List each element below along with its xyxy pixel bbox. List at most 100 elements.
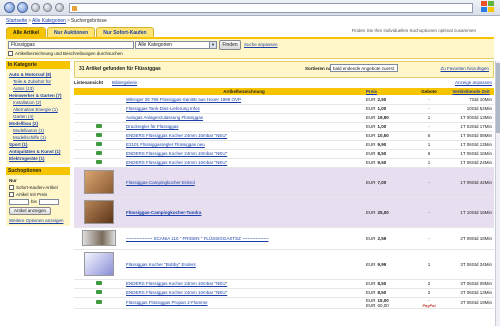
- table-row[interactable]: Flüssiggas-Campingkocher-Tundra EUR 25,00 -…: [74, 197, 494, 228]
- refresh-icon[interactable]: [43, 3, 52, 12]
- sidebar-category[interactable]: Sport (1): [9, 141, 67, 148]
- item-title-link[interactable]: ENDERS Flüssiggas Kocher 24mm 10mbar "NE…: [126, 290, 227, 295]
- address-bar[interactable]: [69, 3, 473, 13]
- add-to-favorites-link[interactable]: Zu Favoriten hinzufügen: [440, 66, 489, 71]
- find-button[interactable]: Finden: [219, 40, 241, 50]
- description-checkbox[interactable]: [8, 51, 13, 56]
- table-row[interactable]: Flüssiggas Kocher "Bobby" Enders EUR 9,99 1…: [74, 249, 494, 280]
- row-photo-cell: [74, 197, 124, 228]
- sort-select[interactable]: bald endende Angebote zuerst: [330, 64, 398, 72]
- row-time-cell: 7Std 10Min: [448, 95, 494, 105]
- time-remaining: 10Std 52Min: [466, 106, 492, 111]
- stop-icon[interactable]: [31, 3, 40, 12]
- gallery-view-link[interactable]: Bildergalerie: [112, 80, 137, 85]
- tab-all-items[interactable]: Alle Artikel: [6, 27, 46, 37]
- camera-icon: [96, 281, 102, 285]
- item-title-link[interactable]: Autogas Anlagenzulassung Flüssiggas: [126, 115, 203, 120]
- show-items-button[interactable]: Artikel anzeigen: [9, 207, 51, 215]
- sidebar-subcategory[interactable]: Garten (4): [9, 113, 67, 120]
- tab-buy-now[interactable]: Nur Sofort-Kaufen: [96, 27, 154, 37]
- forward-arrow-icon[interactable]: [17, 2, 28, 13]
- header-time[interactable]: Verbleibende Zeit: [448, 88, 494, 95]
- table-row[interactable]: ~~~~~~~~~~ SCANIA 110 " FRIGEN " FLÜSSIG…: [74, 227, 494, 250]
- home-icon[interactable]: [55, 3, 64, 12]
- sidebar-category[interactable]: Antiquitäten & Kunst (1): [9, 148, 67, 155]
- item-title-link[interactable]: E2101 Flüssiggasregler Flüssiggas neu: [126, 142, 205, 147]
- breadcrumb-categories[interactable]: Alle Kategorien: [32, 18, 66, 24]
- row-bids-cell: 2: [410, 279, 448, 289]
- table-row[interactable]: Flüssiggas-Campingkocher-Enkrol EUR 7,00 - 1…: [74, 167, 494, 198]
- item-title-link[interactable]: Flüssiggas-Campingkocher-Tundra: [126, 210, 201, 215]
- table-row[interactable]: E2101 Flüssiggasregler Flüssiggas neu EUR…: [74, 140, 494, 150]
- row-bids-cell: 1: [410, 158, 448, 168]
- more-options-link[interactable]: Weitere Optionen anzeigen: [9, 217, 67, 224]
- item-thumbnail[interactable]: [82, 230, 116, 246]
- price-min-input[interactable]: [9, 198, 29, 205]
- scrollbar[interactable]: [495, 61, 500, 326]
- category-select[interactable]: Alle Kategorien ▼: [135, 41, 217, 49]
- sidebar-subcategory[interactable]: Modellschiffe (1): [9, 134, 67, 141]
- scrollbar-thumb[interactable]: [496, 63, 500, 133]
- sidebar-category[interactable]: Modellbau (2): [9, 120, 67, 127]
- item-title-link[interactable]: Flüssiggas Kocher "Bobby" Enders: [126, 262, 196, 267]
- item-title-link[interactable]: ENDERS Flüssiggas Kocher 24mm 10mbar "NE…: [126, 281, 227, 286]
- header-title[interactable]: Artikelbezeichnung: [124, 88, 364, 95]
- row-time-cell: 1T 03Std 17Min: [448, 122, 494, 132]
- table-row[interactable]: Wikinger 28 786 Flüssiggas-Sanitär aus H…: [74, 95, 494, 105]
- breadcrumb: Startseite>Alle Kategorien>Suchergebniss…: [6, 17, 107, 25]
- item-title-link[interactable]: Flüssiggas Tank-Diss-Lieferung Infos: [126, 106, 200, 111]
- sidebar-subcategory[interactable]: Autos (13): [9, 85, 67, 92]
- time-remaining: 3T 06Std 34Min: [460, 261, 492, 267]
- sidebar-category[interactable]: Heimwerker & Garten (7): [9, 92, 67, 99]
- search-input[interactable]: Flüssiggas: [8, 41, 134, 49]
- sidebar-category[interactable]: Elektrogeräte (1): [9, 155, 67, 162]
- results-table: Artikelbezeichnung Preis Gebote Verbleib…: [74, 88, 494, 309]
- row-photo-cell: [74, 158, 124, 168]
- results-area: 31 Artikel gefunden für Flüssiggas Sorti…: [74, 61, 494, 326]
- table-row[interactable]: ENDERS Flüssiggas Kocher 24mm 10mbar "NE…: [74, 158, 494, 168]
- sidebar-subcategory[interactable]: Installation (2): [9, 99, 67, 106]
- item-thumbnail[interactable]: [84, 252, 114, 276]
- bid-count: -: [428, 124, 430, 129]
- sidebar-subcategory[interactable]: Modellautos (1): [9, 127, 67, 134]
- sidebar-subcategory[interactable]: Teile & Zubehör für: [9, 78, 67, 85]
- table-row[interactable]: Autogas Anlagenzulassung Flüssiggas EUR 19…: [74, 113, 494, 123]
- item-title-link[interactable]: ~~~~~~~~~~ SCANIA 110 " FRIGEN " FLÜSSIG…: [126, 236, 268, 241]
- item-thumbnail[interactable]: [84, 170, 114, 194]
- row-time-cell: 1T 06Std 08Min: [448, 131, 494, 141]
- item-title-link[interactable]: Druckregler für Flüssiggas: [126, 124, 179, 129]
- adjust-view-link[interactable]: Anzeige anpassen: [455, 80, 492, 85]
- table-row[interactable]: ENDERS Flüssiggas Kocher 24mm 10mbar "NE…: [74, 288, 494, 298]
- search-options-heading: Suchoptionen: [6, 167, 70, 175]
- row-price-cell: EUR 8,50: [364, 149, 410, 159]
- time-remaining: 7Std 10Min: [469, 96, 492, 102]
- item-thumbnail[interactable]: [84, 200, 114, 224]
- item-title-link[interactable]: ENDERS Flüssiggas Kocher 24mm 10mbar "NE…: [126, 160, 227, 165]
- row-bids-cell: 6: [410, 131, 448, 141]
- price-max-input[interactable]: [38, 198, 59, 205]
- table-row[interactable]: Flüssiggas Flüssiggas Propan 2-Flamme EUR…: [74, 297, 494, 309]
- sidebar-subcategory[interactable]: Alternative Energie (1): [9, 106, 67, 113]
- sidebar-category[interactable]: Auto & Motorrad (8): [9, 71, 67, 78]
- item-title-link[interactable]: Flüssiggas Flüssiggas Propan 2-Flamme: [126, 300, 208, 305]
- table-row[interactable]: Flüssiggas Tank-Diss-Lieferung Infos EUR 1…: [74, 104, 494, 114]
- price-checkbox[interactable]: [9, 192, 14, 197]
- item-title-link[interactable]: Wikinger 28 786 Flüssiggas-Sanitär aus H…: [126, 97, 241, 102]
- header-price[interactable]: Preis: [364, 88, 410, 95]
- price-value: 1,00: [377, 124, 387, 129]
- table-row[interactable]: ENDERS Flüssiggas Kocher 24mm 10mbar "NE…: [74, 279, 494, 289]
- tab-auctions[interactable]: Nur Auktionen: [46, 27, 96, 37]
- item-title-link[interactable]: ENDERS Flüssiggas Kocher 24mm 10mbar "NE…: [126, 151, 227, 156]
- item-title-link[interactable]: ENDERS Flüssiggas Kocher 24mm 10mbar "NE…: [126, 133, 227, 138]
- table-row[interactable]: ENDERS Flüssiggas Kocher 24mm 10mbar "NE…: [74, 149, 494, 159]
- back-arrow-icon[interactable]: [4, 2, 15, 13]
- breadcrumb-home[interactable]: Startseite: [6, 18, 27, 24]
- buy-now-checkbox[interactable]: [9, 185, 14, 190]
- category-list: Auto & Motorrad (8) Teile & Zubehör für …: [6, 69, 70, 164]
- advanced-search-link[interactable]: Suche anpassen: [244, 42, 278, 47]
- header-bids[interactable]: Gebote: [410, 88, 448, 95]
- table-row[interactable]: ENDERS Flüssiggas Kocher 24mm 10mbar "NE…: [74, 131, 494, 141]
- table-row[interactable]: Druckregler für Flüssiggas EUR 1,00 - 1T 03S…: [74, 122, 494, 132]
- row-photo-cell: [74, 95, 124, 105]
- item-title-link[interactable]: Flüssiggas-Campingkocher-Enkrol: [126, 180, 195, 185]
